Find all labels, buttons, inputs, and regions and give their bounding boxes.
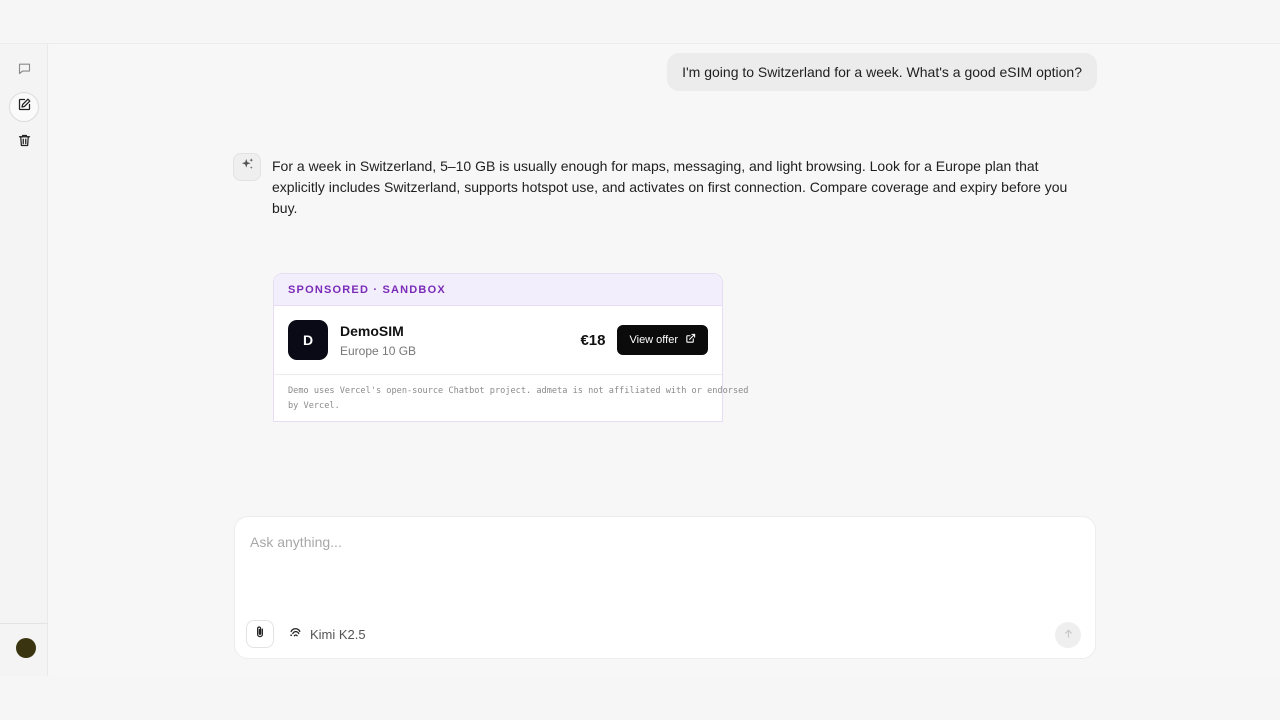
model-name: Kimi K2.5 bbox=[310, 626, 366, 642]
user-message: I'm going to Switzerland for a week. Wha… bbox=[667, 53, 1097, 91]
advertiser-name: DemoSIM bbox=[340, 322, 404, 339]
view-offer-button[interactable]: View offer bbox=[617, 325, 708, 355]
model-logo-icon bbox=[289, 626, 302, 642]
sidebar bbox=[0, 44, 48, 676]
ad-label: SPONSORED · SANDBOX bbox=[274, 274, 722, 306]
model-selector[interactable]: Kimi K2.5 bbox=[289, 624, 366, 644]
top-bar bbox=[0, 0, 1280, 44]
paperclip-icon bbox=[253, 625, 267, 644]
external-link-icon bbox=[685, 333, 696, 347]
ad-info: DemoSIM Europe 10 GB bbox=[340, 323, 580, 358]
send-button[interactable] bbox=[1055, 622, 1081, 648]
plan-name: Europe 10 GB bbox=[340, 343, 417, 358]
sparkle-icon bbox=[240, 157, 255, 177]
ad-disclaimer: Demo uses Vercel's open-source Chatbot p… bbox=[288, 386, 749, 411]
sponsored-ad-card: SPONSORED · SANDBOX D DemoSIM Europe 10 … bbox=[273, 273, 748, 422]
attach-button[interactable] bbox=[246, 620, 274, 648]
assistant-avatar bbox=[233, 153, 261, 181]
message-input[interactable] bbox=[250, 532, 1070, 552]
avatar[interactable] bbox=[16, 638, 36, 658]
chat-area: I'm going to Switzerland for a week. Wha… bbox=[49, 44, 1280, 676]
new-chat-button[interactable] bbox=[9, 92, 39, 122]
chat-bubble-icon bbox=[17, 61, 32, 81]
sidebar-divider bbox=[0, 623, 48, 624]
new-chat-icon bbox=[17, 97, 32, 117]
chat-history-button[interactable] bbox=[9, 56, 39, 86]
advertiser-logo: D bbox=[288, 320, 328, 360]
price: €18 bbox=[580, 331, 606, 349]
assistant-message: For a week in Switzerland, 5–10 GB is us… bbox=[272, 158, 1068, 216]
trash-icon bbox=[17, 133, 32, 153]
arrow-up-icon bbox=[1063, 626, 1074, 644]
composer: Kimi K2.5 bbox=[234, 516, 1096, 659]
delete-chat-button[interactable] bbox=[9, 128, 39, 158]
view-offer-label: View offer bbox=[629, 334, 678, 346]
ad-body: D DemoSIM Europe 10 GB €18 View offer bbox=[274, 306, 722, 375]
